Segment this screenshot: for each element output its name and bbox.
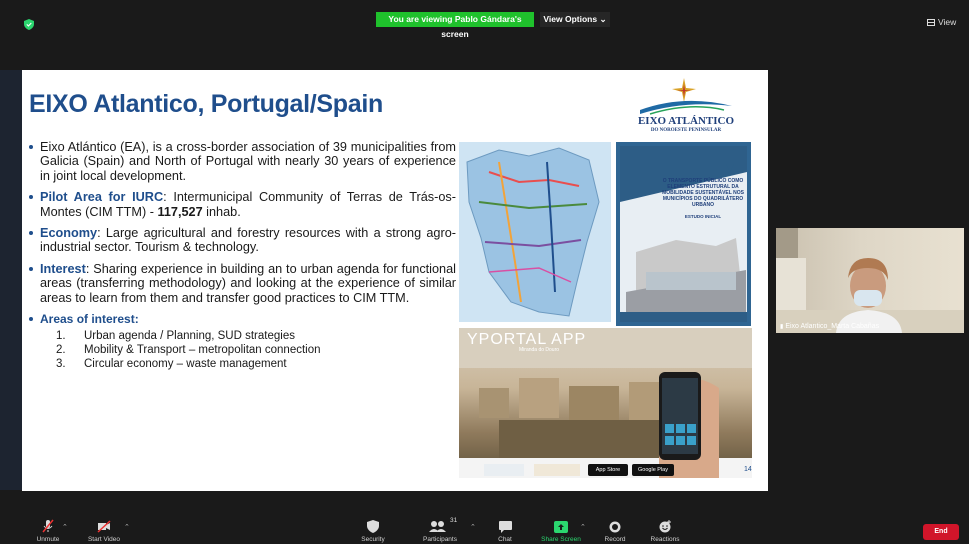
background-panel bbox=[0, 70, 22, 490]
list-number: 1. bbox=[56, 330, 66, 343]
view-options-button[interactable]: View Options ⌄ bbox=[540, 12, 610, 27]
list-item: 3. Circular economy – waste management bbox=[56, 357, 456, 371]
reactions-button[interactable]: Reactions bbox=[645, 511, 685, 544]
chat-icon bbox=[498, 521, 512, 533]
portal-app-image: YPORTAL APP Miranda do Douro bbox=[459, 328, 752, 478]
end-meeting-button[interactable]: End bbox=[923, 524, 959, 540]
bullet-interest: Interest: Sharing experience in building… bbox=[28, 262, 456, 305]
population-value: 117,527 bbox=[157, 204, 203, 219]
participants-button[interactable]: Participants bbox=[416, 511, 464, 544]
start-video-button[interactable]: Start Video bbox=[82, 511, 126, 544]
meeting-toolbar: Unmute ⌃ Start Video ⌃ Security Particip… bbox=[0, 511, 969, 544]
participant-video[interactable]: ▮ Eixo Atlantico_Marta Cabañas bbox=[776, 228, 964, 333]
participants-icon bbox=[429, 521, 446, 532]
sharing-banner: You are viewing Pablo Gándara's screen bbox=[376, 12, 534, 39]
record-button[interactable]: Record bbox=[598, 511, 632, 544]
participant-name: Eixo Atlantico_Marta Cabañas bbox=[785, 323, 880, 330]
record-label: Record bbox=[604, 536, 626, 543]
google-play-badge: Google Play bbox=[632, 464, 674, 476]
bullet-tail: inhab. bbox=[202, 204, 241, 219]
bullet-list: Eixo Atlántico (EA), is a cross-border a… bbox=[28, 140, 456, 371]
view-button-label: View bbox=[938, 17, 957, 27]
participant-name-tag: ▮ Eixo Atlantico_Marta Cabañas bbox=[780, 323, 879, 330]
shield-icon bbox=[367, 520, 379, 533]
smiley-icon bbox=[659, 520, 671, 533]
cover-graphic bbox=[616, 142, 751, 326]
start-video-label: Start Video bbox=[87, 536, 121, 543]
unmute-label: Unmute bbox=[36, 536, 60, 543]
list-text: Mobility & Transport – metropolitan conn… bbox=[84, 344, 321, 357]
security-button[interactable]: Security bbox=[355, 511, 391, 544]
chevron-up-icon[interactable]: ⌃ bbox=[470, 523, 476, 531]
city-photo-graphic bbox=[459, 328, 752, 478]
bullet-label: Economy bbox=[40, 226, 98, 241]
chevron-down-icon: ⌄ bbox=[599, 14, 607, 24]
shared-slide: EIXO Atlantico, Portugal/Spain EIXO ATLÁ… bbox=[22, 70, 768, 491]
participants-label: Participants bbox=[423, 536, 457, 543]
security-label: Security bbox=[361, 536, 385, 543]
bullet-eixo: Eixo Atlántico (EA), is a cross-border a… bbox=[28, 140, 456, 183]
bullet-pilot-area: Pilot Area for IURC: Intermunicipal Comm… bbox=[28, 190, 456, 219]
record-icon bbox=[609, 521, 621, 533]
view-options-label: View Options bbox=[543, 14, 598, 24]
study-cover-image: O TRANSPORTE PÚBLICO COMO ELEMENTO ESTRU… bbox=[616, 142, 751, 326]
bullet-label: Interest bbox=[40, 261, 86, 276]
participant-image bbox=[776, 228, 964, 333]
chevron-up-icon[interactable]: ⌃ bbox=[62, 523, 68, 531]
transport-map-image bbox=[459, 142, 611, 322]
view-button[interactable]: View bbox=[927, 17, 956, 27]
bullet-economy: Economy: Large agricultural and forestry… bbox=[28, 226, 456, 255]
share-screen-icon bbox=[554, 521, 568, 533]
bullet-areas-heading: Areas of interest: bbox=[28, 312, 456, 326]
chevron-up-icon[interactable]: ⌃ bbox=[124, 523, 130, 531]
chevron-up-icon[interactable]: ⌃ bbox=[580, 523, 586, 531]
logo-title: EIXO ATLÁNTICO bbox=[637, 115, 735, 127]
shield-icon[interactable] bbox=[24, 19, 34, 30]
page-number: 14 bbox=[744, 466, 752, 473]
list-text: Circular economy – waste management bbox=[84, 358, 287, 371]
share-screen-label: Share Screen bbox=[541, 536, 581, 543]
app-store-badge: App Store bbox=[588, 464, 628, 476]
grid-view-icon bbox=[927, 18, 935, 26]
list-number: 2. bbox=[56, 344, 66, 357]
microphone-muted-icon bbox=[42, 519, 54, 533]
bullet-text: : Sharing experience in building an to u… bbox=[40, 261, 456, 305]
participants-count: 31 bbox=[450, 517, 458, 524]
bullet-text: : Large agricultural and forestry resour… bbox=[40, 226, 456, 255]
video-off-icon bbox=[97, 520, 111, 533]
bullet-label: Pilot Area for IURC bbox=[40, 190, 164, 205]
logo-subtitle: DO NOROESTE PENINSULAR bbox=[650, 128, 722, 133]
map-graphic bbox=[466, 147, 600, 317]
list-item: 1. Urban agenda / Planning, SUD strategie… bbox=[56, 329, 456, 343]
chat-button[interactable]: Chat bbox=[490, 511, 520, 544]
list-item: 2. Mobility & Transport – metropolitan co… bbox=[56, 343, 456, 357]
list-text: Urban agenda / Planning, SUD strategies bbox=[84, 330, 295, 343]
signal-icon: ▮ bbox=[780, 324, 784, 330]
chat-label: Chat bbox=[498, 536, 512, 543]
reactions-label: Reactions bbox=[650, 536, 680, 543]
cover-subtitle: ESTUDO INICIAL bbox=[684, 214, 722, 219]
cover-title: O TRANSPORTE PÚBLICO COMO ELEMENTO ESTRU… bbox=[662, 178, 744, 208]
areas-list: 1. Urban agenda / Planning, SUD strategie… bbox=[28, 329, 456, 371]
list-number: 3. bbox=[56, 358, 66, 371]
slide-title: EIXO Atlantico, Portugal/Spain bbox=[29, 90, 384, 118]
portal-subtitle: Miranda do Douro bbox=[519, 347, 560, 353]
store-badges: App Store Google Play bbox=[484, 460, 704, 480]
